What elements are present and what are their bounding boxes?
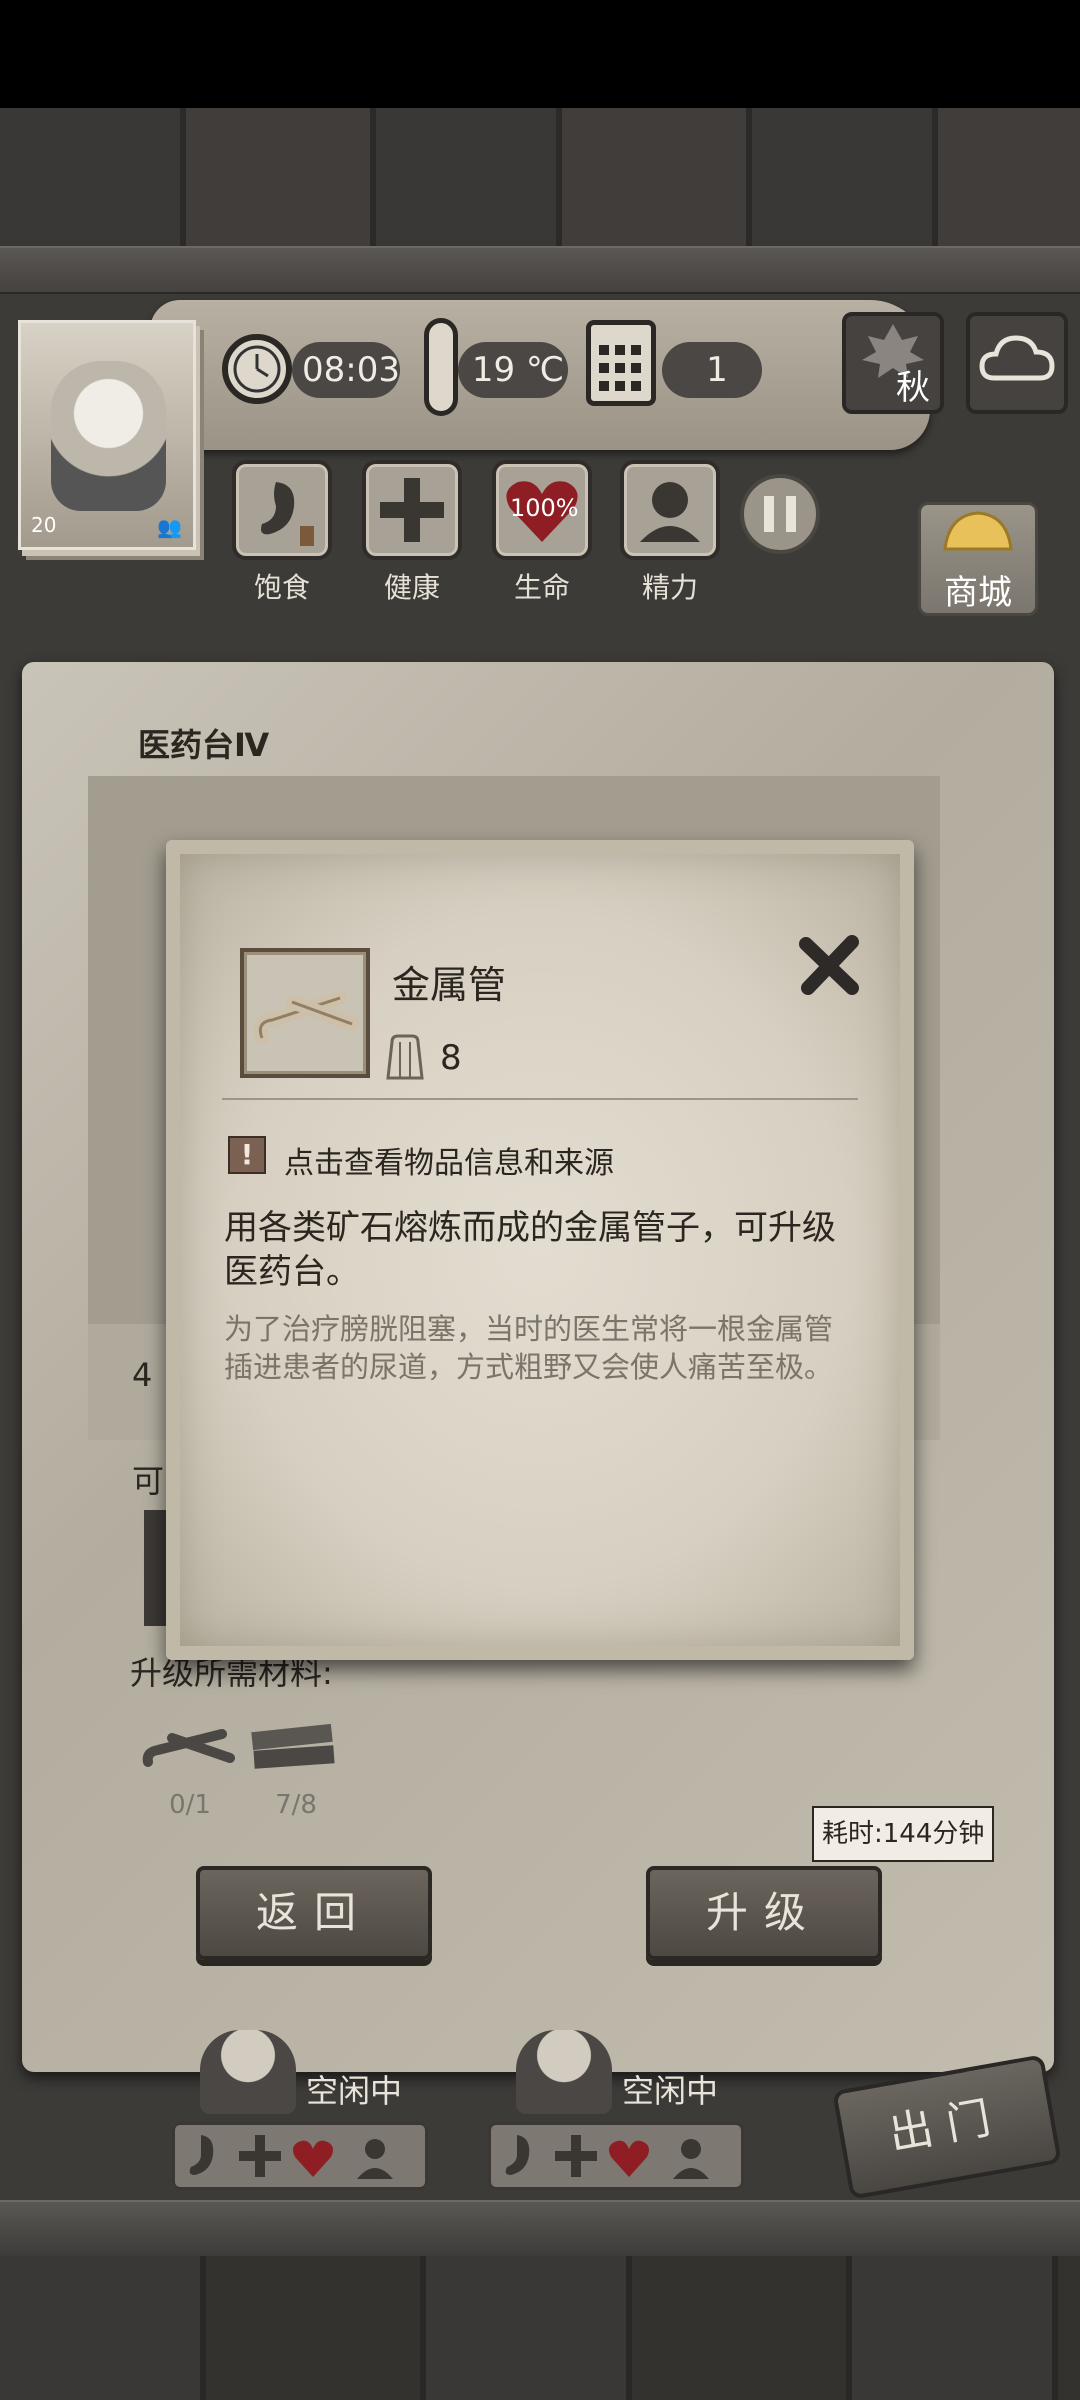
survivor-2-status: 空闲中 <box>622 2072 719 2110</box>
material-count-pipe: 0/1 <box>169 1790 211 1820</box>
survivor-1-avatar[interactable] <box>200 2030 296 2114</box>
life-button[interactable]: 100% <box>492 460 592 560</box>
close-button[interactable] <box>796 930 866 1000</box>
close-icon <box>799 935 859 995</box>
wood-planks-icon[interactable] <box>246 1714 342 1780</box>
item-count: 8 <box>440 1038 462 1078</box>
time-text: 08:03 <box>302 350 400 390</box>
status-bar <box>0 0 1080 108</box>
item-description: 用各类矿石熔炼而成的金属管子，可升级医药台。 <box>224 1208 836 1292</box>
modal-divider <box>222 1098 858 1100</box>
season-text: 秋 <box>896 368 930 408</box>
player-portrait[interactable]: 20 👥 <box>18 320 196 550</box>
stomach-icon <box>261 482 314 546</box>
metal-pipe-icon <box>253 991 359 1045</box>
metal-pipe-icon[interactable] <box>142 1718 236 1778</box>
time-cost-tooltip: 耗时:144分钟 <box>812 1806 995 1862</box>
pause-icon <box>764 496 796 532</box>
thermometer-icon <box>424 318 458 416</box>
energy-button[interactable] <box>620 460 720 560</box>
item-image-frame <box>240 948 370 1078</box>
upgrade-button[interactable]: 升级 <box>646 1866 882 1960</box>
time-display: 08:03 <box>292 342 400 398</box>
panel-partial-text-1: 4 <box>132 1356 153 1394</box>
group-icon: 👥 <box>157 515 182 539</box>
info-alert-icon[interactable]: ! <box>228 1136 266 1174</box>
back-label: 返回 <box>255 1888 372 1937</box>
pause-button[interactable] <box>740 474 820 554</box>
survivor-1-stats[interactable] <box>172 2122 428 2190</box>
temperature-text: 19 ℃ <box>471 350 565 390</box>
player-face-image <box>51 361 166 511</box>
survivor-1-status: 空闲中 <box>306 2072 403 2110</box>
person-icon <box>640 482 700 542</box>
back-button[interactable]: 返回 <box>196 1866 432 1960</box>
material-count-wood: 7/8 <box>275 1790 317 1820</box>
info-hint-link[interactable]: 点击查看物品信息和来源 <box>284 1138 614 1182</box>
panel-partial-text-2: 可 <box>132 1462 165 1500</box>
player-level: 20 <box>31 513 57 537</box>
day-text: 1 <box>706 350 728 390</box>
health-button[interactable] <box>362 460 462 560</box>
item-lore: 为了治疗膀胱阻塞，当时的医生常将一根金属管插进患者的尿道，方式粗野又会使人痛苦至… <box>224 1312 834 1384</box>
satiety-button[interactable] <box>232 460 332 560</box>
cross-icon <box>380 478 444 542</box>
calendar-icon <box>586 320 656 406</box>
weather-cloud-button[interactable] <box>966 312 1068 414</box>
season-button[interactable]: 秋 <box>842 312 944 414</box>
satiety-label: 饱食 <box>253 571 310 604</box>
bottom-rail <box>0 2200 1080 2256</box>
health-label: 健康 <box>383 571 440 604</box>
shell-icon <box>943 511 1013 551</box>
top-wood-planks <box>0 108 1080 248</box>
backpack-icon <box>384 1030 426 1082</box>
time-cost-text: 耗时:144分钟 <box>822 1819 985 1849</box>
panel-title: 医药台Ⅳ <box>138 726 270 764</box>
shop-button[interactable]: 商城 <box>918 502 1038 616</box>
energy-label: 精力 <box>641 571 698 604</box>
bottom-wood-planks <box>0 2256 1080 2400</box>
clock-icon <box>222 334 292 404</box>
survivor-2-avatar[interactable] <box>516 2030 612 2114</box>
life-percent: 100% <box>510 494 579 522</box>
shop-label: 商城 <box>944 573 1012 613</box>
survivor-2-stats[interactable] <box>488 2122 744 2190</box>
temperature-display: 19 ℃ <box>458 342 568 398</box>
top-rail <box>0 246 1080 294</box>
item-name: 金属管 <box>392 963 507 1007</box>
day-display: 1 <box>662 342 762 398</box>
upgrade-label: 升级 <box>705 1888 822 1937</box>
life-label: 生命 <box>513 571 570 604</box>
